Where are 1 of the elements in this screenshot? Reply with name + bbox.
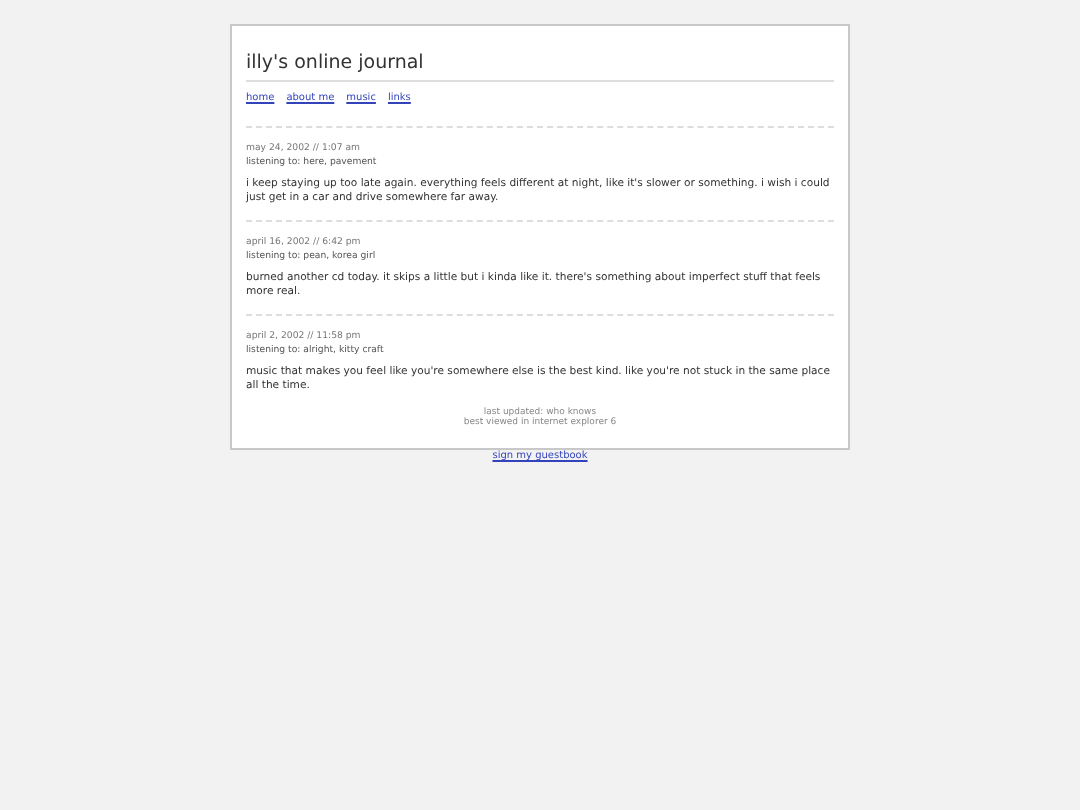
page-title: illy's online journal bbox=[246, 52, 834, 82]
